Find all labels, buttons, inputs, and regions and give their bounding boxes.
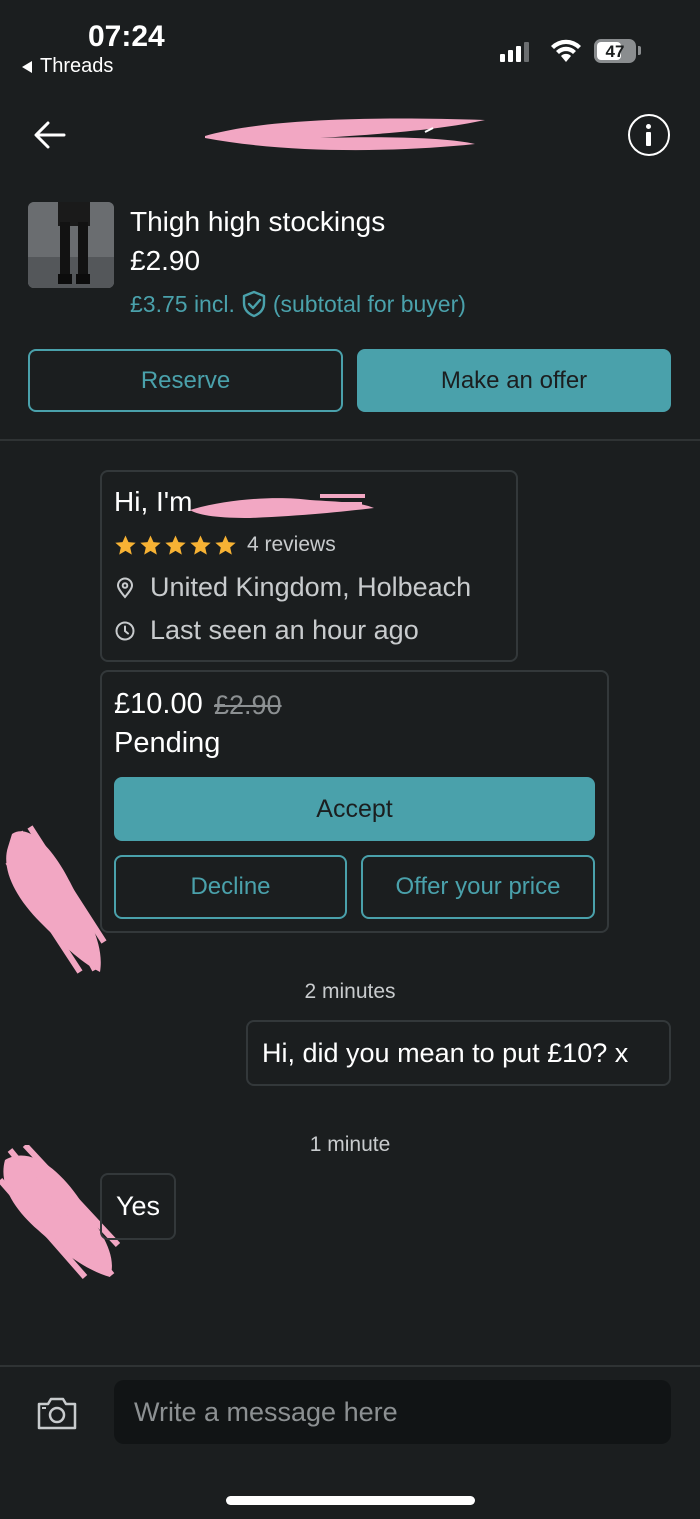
message-input[interactable]	[114, 1380, 671, 1444]
signal-icon	[500, 40, 529, 62]
reviews-count[interactable]: 4 reviews	[247, 533, 336, 557]
location-row: United Kingdom, Holbeach	[114, 572, 471, 603]
clock-icon	[115, 621, 135, 640]
offer-status: Pending	[114, 727, 221, 759]
outgoing-message[interactable]: Hi, did you mean to put £10? x	[246, 1020, 671, 1086]
back-to-app-link[interactable]: Threads	[22, 55, 113, 78]
make-offer-button[interactable]: Make an offer	[357, 349, 671, 412]
price-incl: £3.75 incl.	[130, 290, 235, 317]
offer-new-price: £10.00	[114, 688, 203, 720]
avatar-redaction-scribble	[5, 825, 107, 974]
item-price: £2.90	[130, 245, 201, 276]
home-indicator[interactable]	[226, 1496, 475, 1505]
divider	[0, 1365, 700, 1367]
last-seen-text: Last seen an hour ago	[150, 615, 419, 645]
star-icon	[215, 534, 236, 555]
battery-level: 47	[605, 42, 625, 61]
battery-tip	[638, 46, 641, 55]
location-text: United Kingdom, Holbeach	[150, 572, 472, 602]
wifi-icon	[551, 39, 581, 62]
last-seen-row: Last seen an hour ago	[114, 615, 419, 646]
reserve-button[interactable]: Reserve	[28, 349, 343, 412]
buyer-note: (subtotal for buyer)	[272, 290, 466, 317]
buyer-price-info[interactable]: £3.75 incl. (subtotal for buyer)	[130, 290, 466, 318]
message-timestamp: 1 minute	[309, 1133, 391, 1156]
offer-your-price-button[interactable]: Offer your price	[361, 855, 595, 919]
incoming-message[interactable]: Yes	[100, 1173, 176, 1240]
divider	[0, 439, 700, 441]
message-timestamp: 2 minutes	[304, 980, 396, 1003]
location-pin-icon	[116, 577, 134, 599]
info-icon[interactable]	[628, 114, 670, 156]
shield-check-icon	[242, 290, 266, 318]
back-arrow-icon[interactable]	[30, 115, 70, 155]
star-icon	[115, 534, 136, 555]
star-icon	[140, 534, 161, 555]
star-icon	[190, 534, 211, 555]
status-time: 07:24	[88, 20, 165, 53]
offer-old-price: £2.90	[214, 690, 282, 720]
item-title: Thigh high stockings	[130, 206, 386, 237]
rating-stars: 4 reviews	[114, 533, 336, 557]
redaction-scribble	[205, 118, 485, 151]
back-app-label: Threads	[40, 55, 114, 77]
star-icon	[165, 534, 186, 555]
item-thumbnail[interactable]	[28, 202, 114, 288]
back-triangle-icon	[22, 60, 32, 73]
profile-greeting: Hi, I'm	[114, 486, 193, 517]
accept-button[interactable]: Accept	[114, 777, 595, 841]
camera-icon[interactable]	[36, 1395, 78, 1431]
decline-button[interactable]: Decline	[114, 855, 347, 919]
battery-icon: 47	[594, 39, 636, 63]
